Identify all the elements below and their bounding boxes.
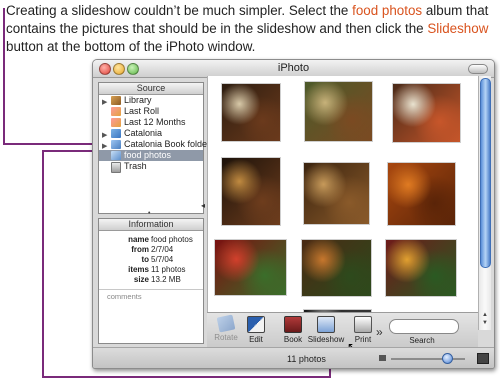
- caption-part3: button at the bottom of the iPhoto windo…: [6, 39, 256, 54]
- edit-label: Edit: [249, 335, 263, 344]
- photo-thumbnail[interactable]: [387, 162, 456, 226]
- photo-thumbnail[interactable]: [221, 83, 281, 142]
- source-item-label: Last 12 Months: [124, 117, 186, 127]
- callout-line-bottom-horizontal-upper: [42, 150, 97, 152]
- source-item-label: Last Roll: [124, 106, 160, 116]
- photo-count: 11 photos: [287, 354, 326, 364]
- film-roll-icon: [111, 107, 121, 116]
- info-row: items 11 photos: [99, 265, 203, 275]
- source-item[interactable]: ▶ Catalonia: [99, 128, 203, 139]
- search-label: Search: [409, 336, 435, 345]
- information-header: Information: [99, 219, 203, 231]
- edit-icon: [247, 316, 265, 333]
- source-item-label: food photos: [124, 150, 172, 160]
- info-value: 5/7/04: [151, 255, 174, 264]
- slideshow-icon: [317, 316, 335, 333]
- zoom-slider-knob[interactable]: [441, 353, 453, 364]
- slideshow-label: Slideshow: [307, 335, 345, 344]
- rotate-icon: [216, 314, 236, 333]
- info-key: items: [128, 265, 149, 274]
- caption-text: Creating a slideshow couldn’t be much si…: [6, 2, 496, 56]
- source-item[interactable]: Last Roll: [99, 106, 203, 117]
- window-title: iPhoto: [277, 62, 310, 74]
- vertical-scrollbar[interactable]: ▲ ▼: [478, 76, 491, 330]
- scroll-down-arrow-icon[interactable]: ▼: [482, 320, 488, 326]
- iphoto-window: iPhoto Source ▶ Library Last Roll Last 12 M…: [92, 59, 495, 369]
- search-input[interactable]: [389, 319, 459, 334]
- comments-field[interactable]: comments: [99, 292, 203, 301]
- source-item[interactable]: ▶ Catalonia Book folder: [99, 139, 210, 150]
- photo-thumbnail[interactable]: [214, 239, 287, 296]
- photo-thumbnail[interactable]: [385, 239, 457, 297]
- info-row: name food photos: [99, 235, 203, 245]
- info-key: to: [141, 255, 149, 264]
- library-icon: [111, 96, 121, 105]
- album-icon: [111, 151, 121, 160]
- source-item[interactable]: food photos: [99, 150, 203, 161]
- scrollbar-thumb[interactable]: [480, 78, 491, 268]
- photo-thumbnail[interactable]: [392, 83, 461, 143]
- status-bar: 11 photos: [93, 347, 494, 368]
- callout-line-top-vertical: [3, 8, 5, 144]
- zoom-slider-track[interactable]: [391, 358, 465, 360]
- info-key: name: [128, 235, 149, 244]
- photo-thumbnail[interactable]: [303, 162, 370, 225]
- pane-splitter[interactable]: •: [98, 210, 204, 217]
- calendar-icon: [111, 118, 121, 127]
- source-item-label: Library: [124, 95, 152, 105]
- photo-thumbnail[interactable]: [304, 81, 373, 142]
- source-item[interactable]: Trash: [99, 161, 203, 173]
- source-item[interactable]: Last 12 Months: [99, 117, 203, 128]
- more-tools-icon[interactable]: »: [376, 325, 383, 339]
- source-item[interactable]: ▶ Library: [99, 95, 203, 106]
- small-photo-icon: [379, 355, 386, 361]
- source-list: Source ▶ Library Last Roll Last 12 Months ▶ C…: [98, 82, 210, 214]
- info-row: from 2/7/04: [99, 245, 203, 255]
- info-row: size 13.2 MB: [99, 275, 203, 285]
- print-icon: [354, 316, 372, 333]
- info-value: 2/7/04: [151, 245, 174, 254]
- caption-part1: Creating a slideshow couldn’t be much si…: [6, 3, 353, 18]
- info-value: 11 photos: [151, 265, 186, 274]
- trash-icon: [111, 162, 121, 173]
- source-item-label: Trash: [124, 161, 147, 171]
- splitter-handle-icon[interactable]: ◂: [201, 201, 205, 210]
- scroll-up-arrow-icon[interactable]: ▲: [482, 312, 488, 318]
- folder-icon: [111, 129, 121, 138]
- caption-highlight-album: food photos: [352, 3, 423, 18]
- large-photo-icon: [477, 353, 489, 364]
- callout-line-bottom-horizontal: [42, 376, 331, 378]
- photo-thumbnail[interactable]: [301, 239, 372, 297]
- toolbar-toggle-button[interactable]: [468, 64, 488, 74]
- photo-viewer: [207, 76, 478, 329]
- callout-line-bottom-vertical-left: [42, 150, 44, 378]
- edit-button[interactable]: Edit: [236, 316, 276, 344]
- info-value: food photos: [151, 235, 193, 244]
- caption-highlight-slideshow: Slideshow: [427, 21, 489, 36]
- source-item-label: Catalonia: [124, 128, 163, 138]
- book-icon: [284, 316, 302, 333]
- book-folder-icon: [111, 140, 121, 149]
- slideshow-button[interactable]: Slideshow: [306, 316, 346, 344]
- info-key: from: [131, 245, 149, 254]
- information-panel: Information name food photos from 2/7/04 to 5…: [98, 218, 204, 344]
- bottom-toolbar: Rotate Edit Book Slideshow Print » Searc…: [207, 312, 478, 354]
- source-item-label: Catalonia Book folder: [124, 139, 211, 149]
- photo-thumbnail[interactable]: [221, 157, 281, 226]
- info-divider: [99, 289, 203, 290]
- source-header: Source: [99, 83, 203, 95]
- info-value: 13.2 MB: [151, 275, 181, 284]
- info-key: size: [133, 275, 149, 284]
- info-row: to 5/7/04: [99, 255, 203, 265]
